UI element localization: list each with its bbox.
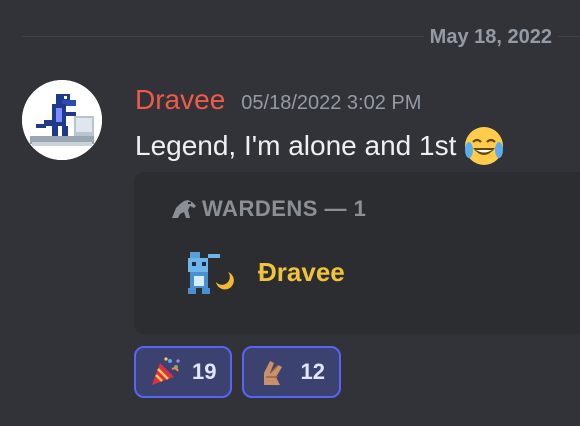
timestamp: 05/18/2022 3:02 PM bbox=[241, 92, 422, 114]
reactions-bar: 19 12 bbox=[134, 346, 341, 398]
joy-emoji-icon[interactable] bbox=[462, 124, 506, 168]
embed-title-text: WARDENS — 1 bbox=[202, 196, 367, 221]
date-divider-label: May 18, 2022 bbox=[423, 26, 558, 48]
embed-member[interactable]: Đravee bbox=[180, 244, 345, 300]
reaction-count: 19 bbox=[192, 359, 217, 384]
embed-card: WARDENS — 1 Đravee bbox=[134, 172, 580, 334]
reaction-count: 12 bbox=[300, 359, 325, 384]
dino-avatar-icon bbox=[22, 80, 102, 160]
message-content: Legend, I'm alone and 1st bbox=[135, 124, 506, 168]
crossed-fingers-icon bbox=[264, 361, 283, 385]
party-popper-icon bbox=[152, 357, 180, 385]
reaction-crossed-fingers[interactable]: 12 bbox=[242, 346, 341, 398]
username[interactable]: Dravee bbox=[135, 84, 225, 116]
reaction-party-popper[interactable]: 19 bbox=[134, 346, 233, 398]
horse-icon bbox=[172, 200, 196, 218]
embed-member-name[interactable]: Đravee bbox=[258, 257, 345, 288]
embed-title: WARDENS — 1 bbox=[170, 196, 366, 222]
pet-avatar-icon bbox=[188, 252, 234, 294]
avatar[interactable] bbox=[22, 80, 102, 160]
message-text: Legend, I'm alone and 1st bbox=[135, 130, 457, 161]
